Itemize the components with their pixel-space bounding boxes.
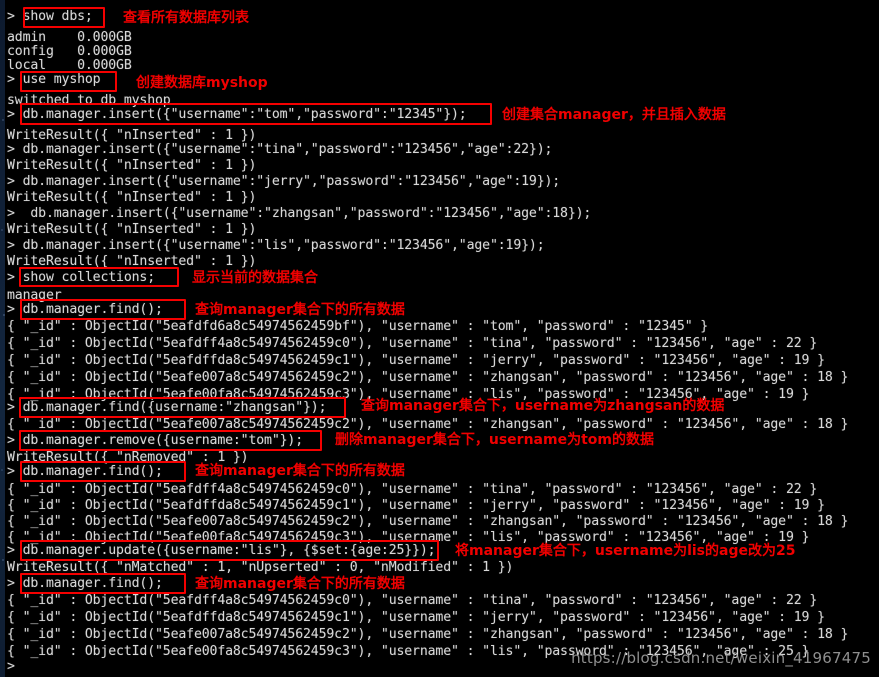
terminal-line: { "_id" : ObjectId("5eafe007a8c549745624… <box>7 417 849 432</box>
terminal-line: > db.manager.remove({username:"tom"}); <box>7 433 304 448</box>
terminal-line: WriteResult({ "nInserted" : 1 }) <box>7 254 257 269</box>
terminal-line: { "_id" : ObjectId("5eafdff4a8c549745624… <box>7 482 818 497</box>
desktop-background: > show dbs; admin 0.000GB config 0.000GB lo… <box>0 0 879 677</box>
terminal-line: config 0.000GB <box>7 44 132 59</box>
terminal-line: > db.manager.insert({"username":"tom","p… <box>7 107 467 122</box>
terminal-window[interactable]: > show dbs; admin 0.000GB config 0.000GB lo… <box>5 0 879 677</box>
note-update-lis: 将manager集合下，username为lis的age改为25 <box>455 543 796 559</box>
terminal-line: WriteResult({ "nMatched" : 1, "nUpserted… <box>7 560 514 575</box>
terminal-line: > show dbs; <box>7 9 93 24</box>
terminal-line: { "_id" : ObjectId("5eafdffda8c549745624… <box>7 610 825 625</box>
terminal-line: switched to db myshop <box>7 93 171 108</box>
note-use-myshop: 创建数据库myshop <box>136 75 268 91</box>
terminal-line: { "_id" : ObjectId("5eafdffda8c549745624… <box>7 498 825 513</box>
note-show-dbs: 查看所有数据库列表 <box>123 10 249 26</box>
note-find-zhangsan: 查询manager集合下，username为zhangsan的数据 <box>361 398 725 414</box>
terminal-line: { "_id" : ObjectId("5eafe007a8c549745624… <box>7 370 849 385</box>
terminal-line: > db.manager.find(); <box>7 302 163 317</box>
note-find-all-2: 查询manager集合下的所有数据 <box>195 463 405 479</box>
terminal-line: local 0.000GB <box>7 58 132 73</box>
terminal-line: > db.manager.insert({"username":"jerry",… <box>7 174 561 189</box>
terminal-line: > db.manager.insert({"username":"tina","… <box>7 142 553 157</box>
terminal-line: > show collections; <box>7 270 156 285</box>
terminal-line: { "_id" : ObjectId("5eafdff4a8c549745624… <box>7 336 818 351</box>
terminal-line: > db.manager.find({username:"zhangsan"})… <box>7 400 327 415</box>
terminal-line: > db.manager.find(); <box>7 464 163 479</box>
terminal-line: > use myshop <box>7 72 101 87</box>
terminal-line: { "_id" : ObjectId("5eafdffda8c549745624… <box>7 353 825 368</box>
terminal-line: manager <box>7 288 62 303</box>
terminal-line: > db.manager.update({username:"lis"}, {$… <box>7 543 436 558</box>
terminal-line: > db.manager.find(); <box>7 576 163 591</box>
note-insert: 创建集合manager，并且插入数据 <box>502 107 726 123</box>
terminal-line: { "_id" : ObjectId("5eafdfd6a8c549745624… <box>7 319 709 334</box>
note-show-collections: 显示当前的数据集合 <box>192 270 318 286</box>
terminal-line: > db.manager.insert({"username":"zhangsa… <box>7 206 592 221</box>
terminal-line: > db.manager.insert({"username":"lis","p… <box>7 238 545 253</box>
note-find-all-3: 查询manager集合下的所有数据 <box>195 576 405 592</box>
watermark-text: https://blog.csdn.net/weixin_41967475 <box>571 649 871 667</box>
terminal-line: admin 0.000GB <box>7 30 132 45</box>
note-remove-tom: 删除manager集合下，username为tom的数据 <box>335 432 654 448</box>
note-find-all-1: 查询manager集合下的所有数据 <box>195 302 405 318</box>
terminal-line: { "_id" : ObjectId("5eafe007a8c549745624… <box>7 514 849 529</box>
terminal-line: { "_id" : ObjectId("5eafdff4a8c549745624… <box>7 593 818 608</box>
terminal-line: WriteResult({ "nInserted" : 1 }) <box>7 128 257 143</box>
terminal-line: WriteResult({ "nInserted" : 1 }) <box>7 158 257 173</box>
terminal-line: > <box>7 659 15 674</box>
terminal-line: WriteResult({ "nInserted" : 1 }) <box>7 190 257 205</box>
terminal-line: { "_id" : ObjectId("5eafe007a8c549745624… <box>7 627 849 642</box>
terminal-line: WriteResult({ "nInserted" : 1 }) <box>7 222 257 237</box>
